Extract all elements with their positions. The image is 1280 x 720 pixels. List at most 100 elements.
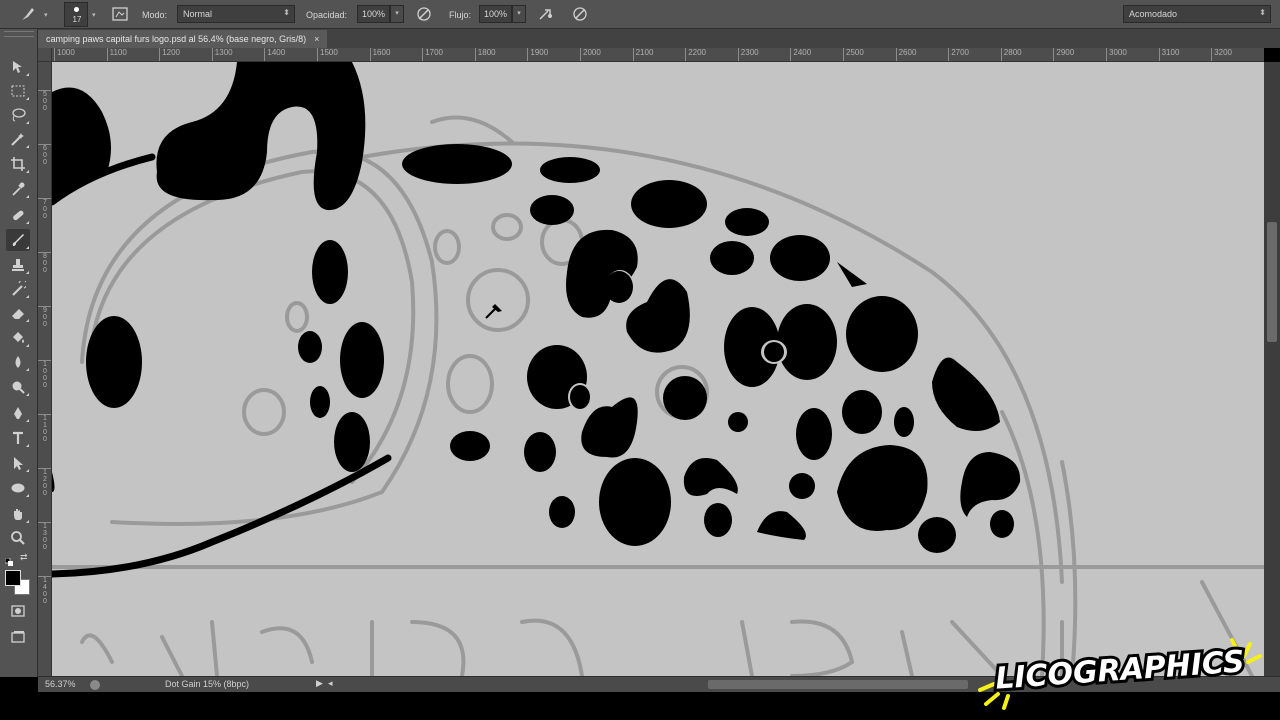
flow-value: 100% — [484, 9, 508, 19]
ruler-tick-label: 600 — [38, 144, 51, 166]
dodge-icon — [12, 381, 25, 394]
horizontal-ruler[interactable]: 1000 1100 1200 1300 1400 1500 1600 1700 1800 1900… — [52, 48, 1264, 62]
ruler-tick-label: 2500 — [843, 48, 864, 61]
ruler-origin[interactable] — [38, 48, 52, 62]
healing-brush-tool-button[interactable] — [6, 204, 30, 226]
ruler-tick-label: 2600 — [895, 48, 916, 61]
ruler-tick-label: 1600 — [369, 48, 390, 61]
brush-icon — [12, 234, 24, 246]
status-info-icon[interactable] — [90, 680, 100, 690]
preset-dropdown-arrow[interactable]: ▾ — [44, 0, 48, 29]
foreground-color-swatch[interactable] — [5, 570, 21, 586]
zoom-tool-button[interactable] — [6, 527, 30, 549]
default-colors-icon[interactable] — [4, 553, 15, 566]
opacity-input[interactable]: 100% — [357, 5, 390, 23]
svg-text:LICOGRAPHICS: LICOGRAPHICS — [994, 644, 1245, 696]
type-tool-button[interactable] — [6, 427, 30, 449]
status-menu-arrow-icon[interactable]: ▶ — [316, 678, 323, 689]
pen-tool-button[interactable] — [6, 402, 30, 424]
brush-tool-button[interactable] — [6, 229, 30, 251]
eraser-tool-button[interactable] — [6, 302, 30, 324]
ellipse-icon — [11, 483, 25, 493]
ruler-tick-label: 1400 — [264, 48, 285, 61]
pen-icon — [14, 407, 22, 419]
vertical-scrollbar[interactable] — [1264, 62, 1280, 676]
document-tab-title: camping paws capital furs logo.psd al 56… — [46, 34, 307, 44]
brush-size-picker[interactable]: 17 — [64, 2, 88, 27]
ruler-tick-label: 1100 — [106, 48, 127, 61]
brush-size-value: 17 — [72, 15, 82, 24]
history-brush-tool-button[interactable] — [6, 278, 30, 300]
clone-stamp-tool-button[interactable] — [6, 254, 30, 276]
workspace-value: Acomodado — [1129, 9, 1178, 19]
pressure-opacity-icon[interactable] — [414, 4, 434, 24]
lasso-tool-button[interactable] — [6, 104, 30, 126]
mode-label: Modo: — [142, 9, 168, 20]
ruler-tick-label: 800 — [38, 252, 51, 274]
mode-select[interactable]: Normal ⬍ — [177, 5, 295, 23]
crop-tool-button[interactable] — [6, 153, 30, 175]
workspace-select[interactable]: Acomodado ⬍ — [1123, 5, 1271, 23]
ellipse-tool-button[interactable] — [6, 477, 30, 499]
horizontal-scroll-thumb[interactable] — [708, 680, 968, 689]
ruler-tick-label: 2300 — [737, 48, 759, 61]
document-canvas[interactable] — [52, 62, 1264, 676]
eyedropper-tool-button[interactable] — [6, 178, 30, 200]
path-selection-tool-button[interactable] — [6, 452, 30, 474]
ruler-tick-label: 1100 — [38, 414, 51, 443]
document-tab[interactable]: camping paws capital furs logo.psd al 56… — [38, 30, 328, 48]
ruler-tick-label: 1000 — [54, 48, 75, 61]
toolbar-grip[interactable] — [4, 31, 34, 37]
zoom-icon — [11, 531, 25, 545]
flow-slider-button[interactable]: ▾ — [512, 5, 526, 23]
ruler-tick-label: 2200 — [685, 48, 706, 61]
close-tab-icon[interactable]: × — [314, 34, 319, 44]
scroll-left-icon[interactable]: ◂ — [328, 678, 333, 689]
flow-label: Flujo: — [449, 9, 472, 20]
ruler-tick-label: 2400 — [790, 48, 811, 61]
ruler-tick-label: 1900 — [527, 48, 548, 61]
paint-bucket-tool-button[interactable] — [6, 327, 30, 349]
dodge-tool-button[interactable] — [6, 376, 30, 398]
document-tab-bar: camping paws capital furs logo.psd al 56… — [38, 29, 1280, 48]
blur-drop-icon — [15, 356, 21, 368]
type-icon — [13, 431, 23, 444]
vertical-scroll-thumb[interactable] — [1267, 222, 1277, 342]
eyedropper-icon — [12, 182, 25, 196]
path-selection-icon — [14, 457, 23, 470]
zoom-level[interactable]: 56.37% — [45, 679, 76, 689]
ruler-tick-label: 900 — [38, 306, 51, 328]
ruler-tick-label: 3200 — [1211, 48, 1232, 61]
hand-icon — [14, 509, 22, 520]
ruler-tick-label: 1500 — [317, 48, 338, 61]
move-icon — [13, 61, 22, 73]
move-tool-button[interactable] — [6, 56, 30, 78]
pressure-size-icon[interactable] — [570, 4, 590, 24]
hand-tool-button[interactable] — [6, 503, 30, 525]
opacity-slider-button[interactable]: ▾ — [390, 5, 404, 23]
ruler-tick-label: 500 — [38, 90, 51, 112]
brush-picker-arrow[interactable]: ▾ — [92, 0, 96, 29]
quick-mask-button[interactable] — [6, 600, 30, 622]
blur-tool-button[interactable] — [6, 351, 30, 373]
ruler-tick-label: 2800 — [1000, 48, 1022, 61]
vertical-ruler[interactable]: 500 600 700 800 900 1000 1100 1200 1300 1400 — [38, 62, 52, 676]
select-arrows-icon: ⬍ — [283, 8, 290, 17]
ruler-tick-label: 1800 — [474, 48, 496, 61]
flow-input[interactable]: 100% — [479, 5, 512, 23]
screen-mode-button[interactable] — [6, 626, 30, 648]
brush-tool-preset-icon[interactable] — [18, 4, 38, 24]
ruler-tick-label: 3100 — [1158, 48, 1179, 61]
eraser-icon — [12, 309, 24, 319]
marquee-tool-button[interactable] — [6, 80, 30, 102]
screen-mode-icon — [11, 631, 25, 643]
ruler-tick-label: 1200 — [38, 468, 51, 497]
swap-colors-icon[interactable]: ⇄ — [20, 552, 28, 563]
airbrush-icon[interactable] — [536, 4, 556, 24]
ruler-tick-label: 700 — [38, 198, 51, 220]
select-arrows-icon: ⬍ — [1259, 8, 1266, 17]
ruler-tick-label: 3000 — [1106, 48, 1127, 61]
bandage-icon — [13, 210, 24, 221]
magic-wand-tool-button[interactable] — [6, 128, 30, 150]
brush-panel-toggle-icon[interactable] — [110, 4, 130, 24]
